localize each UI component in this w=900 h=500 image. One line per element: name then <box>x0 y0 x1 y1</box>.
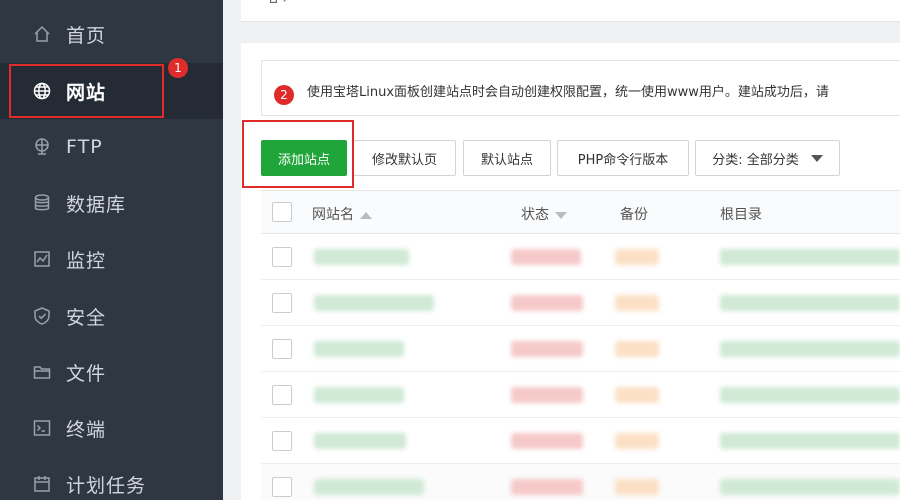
sidebar-item-label: FTP <box>66 136 103 158</box>
sidebar-item-security[interactable]: 安全 <box>0 288 223 344</box>
sidebar-item-ftp[interactable]: FTP <box>0 119 223 175</box>
folder-icon <box>32 362 52 382</box>
select-all-checkbox[interactable] <box>272 202 292 222</box>
home-icon <box>32 24 52 44</box>
column-header-status-label: 状态 <box>521 207 549 223</box>
sidebar-item-label: 监控 <box>66 249 107 272</box>
table-row[interactable] <box>261 464 900 500</box>
sidebar-item-label: 文件 <box>66 362 107 385</box>
table-row[interactable] <box>261 418 900 464</box>
site-name-redacted <box>314 295 434 311</box>
row-checkbox[interactable] <box>272 293 292 313</box>
root-path-redacted <box>720 249 900 265</box>
backup-redacted <box>615 341 659 357</box>
table-row[interactable] <box>261 234 900 280</box>
row-checkbox[interactable] <box>272 431 292 451</box>
sidebar-item-label: 首页 <box>66 24 107 47</box>
status-redacted <box>511 387 583 403</box>
modify-default-page-button[interactable]: 修改默认页 <box>353 140 456 176</box>
site-name-redacted <box>314 341 404 357</box>
callout-badge-2: 2 <box>274 85 294 105</box>
sidebar-item-label: 计划任务 <box>66 474 147 497</box>
site-name-redacted <box>314 479 424 495</box>
terminal-icon <box>32 418 52 438</box>
backup-redacted <box>615 249 659 265</box>
backup-redacted <box>615 295 659 311</box>
sidebar-item-cron[interactable]: 计划任务 <box>0 456 223 500</box>
table-row[interactable] <box>261 280 900 326</box>
status-redacted <box>511 341 583 357</box>
row-checkbox[interactable] <box>272 247 292 267</box>
calendar-icon <box>32 474 52 494</box>
sort-asc-icon <box>360 211 372 219</box>
column-header-backup: 备份 <box>620 207 648 223</box>
sidebar-item-home[interactable]: 首页 <box>0 6 223 62</box>
notice-text: 使用宝塔Linux面板创建站点时会自动创建权限配置，统一使用www用户。建站成功… <box>307 85 829 100</box>
backup-redacted <box>615 479 659 495</box>
site-name-redacted <box>314 387 404 403</box>
root-path-redacted <box>720 387 900 403</box>
root-path-redacted <box>720 479 900 495</box>
main-panel: 使用宝塔Linux面板创建站点时会自动创建权限配置，统一使用www用户。建站成功… <box>241 43 900 500</box>
shield-icon <box>32 306 52 326</box>
monitor-icon <box>32 249 52 269</box>
table-row[interactable] <box>261 372 900 418</box>
category-select-value: 分类: 全部分类 <box>712 152 799 168</box>
status-redacted <box>511 433 583 449</box>
site-name-redacted <box>314 433 406 449</box>
sidebar-item-label: 安全 <box>66 306 107 329</box>
highlight-box-website <box>9 64 164 118</box>
breadcrumb-card: ⌂ › <box>241 0 900 22</box>
highlight-box-add-site <box>242 120 354 188</box>
breadcrumb: ⌂ › <box>269 0 288 7</box>
column-header-root: 根目录 <box>720 207 762 223</box>
row-checkbox[interactable] <box>272 385 292 405</box>
root-path-redacted <box>720 295 900 311</box>
status-redacted <box>511 249 581 265</box>
column-header-name-label: 网站名 <box>312 207 354 223</box>
backup-redacted <box>615 387 659 403</box>
root-path-redacted <box>720 433 900 449</box>
row-checkbox[interactable] <box>272 477 292 497</box>
column-header-name[interactable]: 网站名 <box>312 204 372 224</box>
sidebar-item-label: 终端 <box>66 418 107 441</box>
ftp-icon <box>32 137 52 157</box>
sidebar-item-terminal[interactable]: 终端 <box>0 400 223 456</box>
column-header-status[interactable]: 状态 <box>521 204 567 224</box>
sidebar-item-label: 数据库 <box>66 193 127 216</box>
sort-desc-icon <box>555 211 567 219</box>
default-site-button[interactable]: 默认站点 <box>463 140 551 176</box>
row-checkbox[interactable] <box>272 339 292 359</box>
php-cli-version-button[interactable]: PHP命令行版本 <box>557 140 689 176</box>
sidebar-item-database[interactable]: 数据库 <box>0 175 223 231</box>
status-redacted <box>511 295 583 311</box>
sidebar-item-files[interactable]: 文件 <box>0 344 223 400</box>
site-name-redacted <box>314 249 409 265</box>
notice-banner: 使用宝塔Linux面板创建站点时会自动创建权限配置，统一使用www用户。建站成功… <box>261 60 900 116</box>
callout-badge-1: 1 <box>168 58 188 78</box>
root-path-redacted <box>720 341 900 357</box>
backup-redacted <box>615 433 659 449</box>
category-select[interactable]: 分类: 全部分类 <box>695 140 840 176</box>
table-row[interactable] <box>261 326 900 372</box>
database-icon <box>32 193 52 213</box>
chevron-down-icon <box>810 154 823 162</box>
status-redacted <box>511 479 583 495</box>
table-header: 网站名 状态 备份 根目录 <box>261 190 900 234</box>
sidebar-item-monitor[interactable]: 监控 <box>0 231 223 287</box>
